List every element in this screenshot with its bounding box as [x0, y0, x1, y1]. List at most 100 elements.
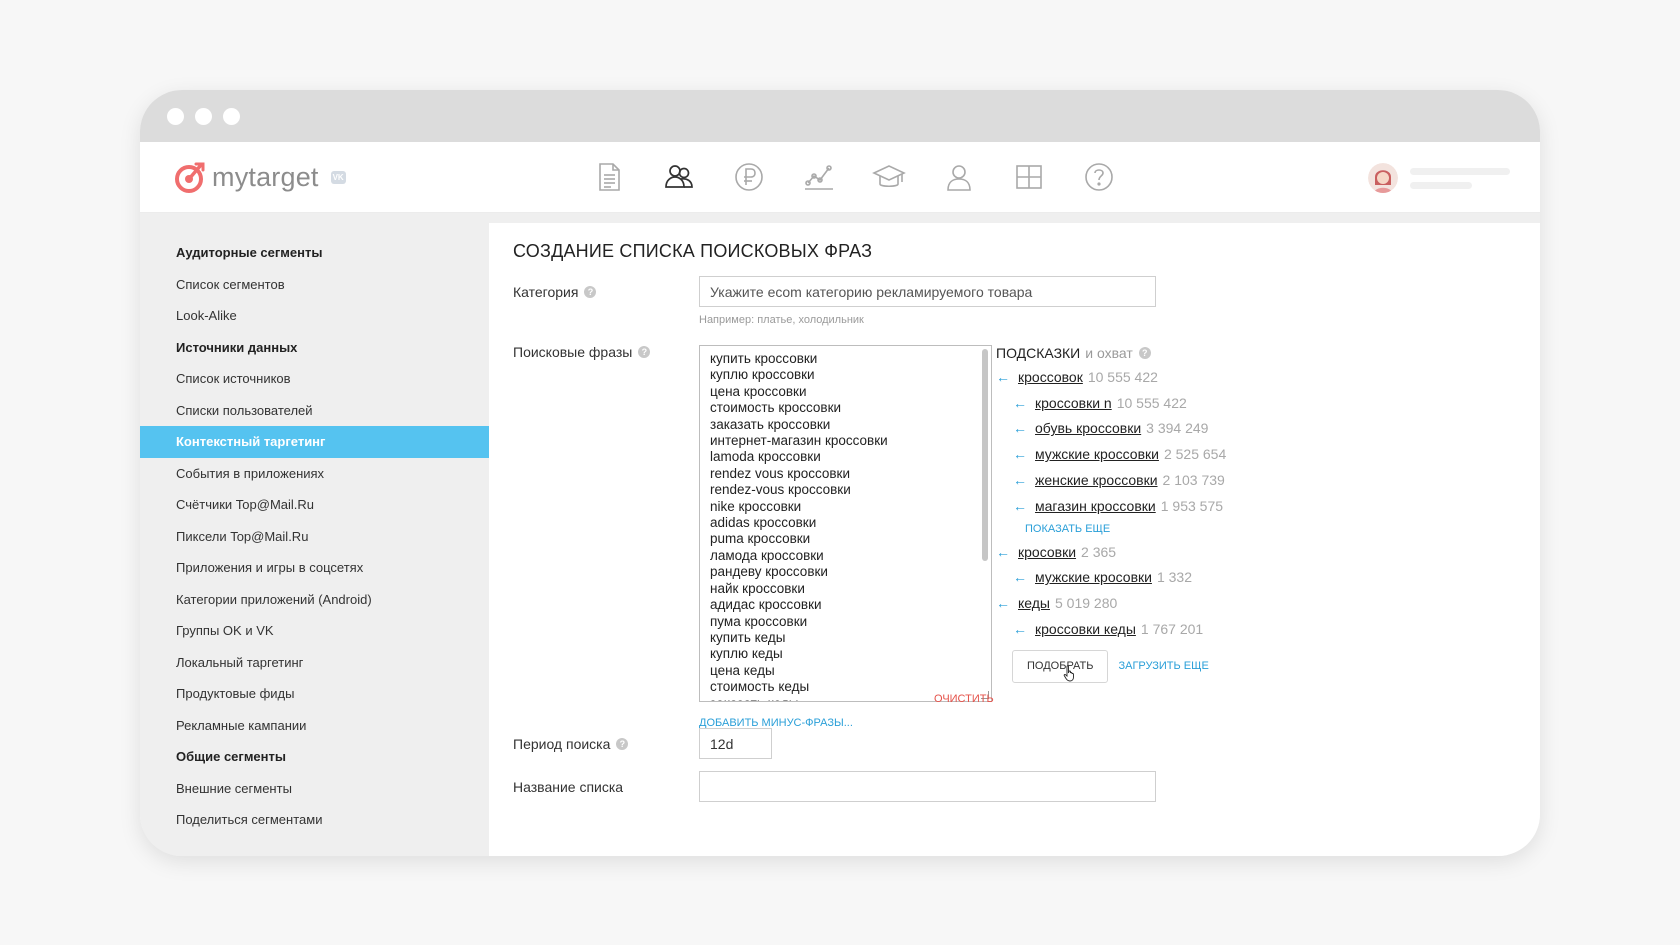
- phrases-help-icon[interactable]: ?: [638, 346, 651, 358]
- add-arrow-icon[interactable]: ←: [1013, 569, 1027, 585]
- add-arrow-icon[interactable]: ←: [996, 595, 1010, 611]
- suggestion-count: 1 332: [1156, 569, 1192, 586]
- clear-button[interactable]: ОЧИСТИТЬ: [934, 693, 994, 705]
- add-arrow-icon[interactable]: ←: [1013, 498, 1027, 514]
- nav-campaigns[interactable]: [574, 158, 644, 196]
- sidebar-item[interactable]: Группы OK и VK: [140, 615, 489, 647]
- nav-budget[interactable]: [714, 158, 784, 196]
- suggestion-item: ← кроссовок 10 555 422: [996, 364, 1516, 390]
- suggestion-link[interactable]: мужские кросовки: [1035, 569, 1152, 585]
- add-arrow-icon[interactable]: ←: [1013, 420, 1027, 436]
- sidebar-item[interactable]: Локальный таргетинг: [140, 647, 489, 679]
- sidebar-item[interactable]: Поделиться сегментами: [140, 804, 489, 836]
- suggestion-item: ← кроссовки кеды 1 767 201: [996, 616, 1516, 642]
- phrase-line: ламода кроссовки: [710, 547, 824, 563]
- sidebar-item[interactable]: Пиксели Top@Mail.Ru: [140, 521, 489, 553]
- suggestion-count: 3 394 249: [1146, 420, 1209, 437]
- nav-statistics[interactable]: [784, 158, 854, 196]
- add-arrow-icon[interactable]: ←: [1013, 395, 1027, 411]
- main-content: СОЗДАНИЕ СПИСКА ПОИСКОВЫХ ФРАЗ Категория…: [489, 223, 1540, 856]
- phrase-line: puma кроссовки: [710, 531, 811, 547]
- help-circle-icon: [1085, 163, 1113, 191]
- sidebar-item[interactable]: Категории приложений (Android): [140, 584, 489, 616]
- sidebar-item[interactable]: События в приложениях: [140, 458, 489, 490]
- add-arrow-icon[interactable]: ←: [1013, 446, 1027, 462]
- mytarget-logo[interactable]: mytarget VK: [174, 160, 346, 194]
- phrases-textarea[interactable]: купить кроссовки куплю кроссовки цена крос…: [699, 345, 992, 702]
- suggestion-item: ← кеды 5 019 280: [996, 590, 1516, 616]
- period-help-icon[interactable]: ?: [616, 738, 629, 750]
- suggestion-link[interactable]: магазин кроссовки: [1035, 498, 1156, 514]
- phrase-line: заказать кроссовки: [710, 416, 831, 432]
- phrase-line: купить кеды: [710, 629, 786, 645]
- sidebar-heading: Общие сегменты: [176, 749, 286, 764]
- suggestion-link[interactable]: женские кроссовки: [1035, 472, 1158, 488]
- user-name-placeholder: [1410, 167, 1510, 189]
- user-menu[interactable]: [1368, 163, 1510, 193]
- suggestion-count: 10 555 422: [1087, 368, 1158, 385]
- sidebar-item[interactable]: Внешние сегменты: [140, 773, 489, 805]
- phrase-line: стоимость кроссовки: [710, 400, 842, 416]
- suggestion-link[interactable]: кроссовок: [1018, 369, 1083, 385]
- suggestion-link[interactable]: кросовки: [1018, 544, 1076, 560]
- sidebar-item[interactable]: Список источников: [140, 363, 489, 395]
- nav-apps[interactable]: [994, 158, 1064, 196]
- window-close-dot[interactable]: [167, 108, 184, 125]
- list-name-input[interactable]: [699, 771, 1156, 802]
- hand-cursor-icon: [1063, 665, 1074, 682]
- sidebar-item[interactable]: Список сегментов: [140, 269, 489, 301]
- load-more-link[interactable]: ЗАГРУЗИТЬ ЕЩЕ: [1118, 660, 1208, 672]
- nav-profile[interactable]: [924, 158, 994, 196]
- suggestion-count: 1 767 201: [1140, 621, 1204, 638]
- phrase-line: rendez vous кроссовки: [710, 465, 850, 481]
- logo-text: mytarget: [212, 161, 319, 192]
- add-arrow-icon[interactable]: ←: [996, 544, 1010, 560]
- suggestion-link[interactable]: кеды: [1018, 595, 1050, 611]
- sidebar-item[interactable]: Контекстный таргетинг: [140, 426, 489, 458]
- suggestion-link[interactable]: мужские кроссовки: [1035, 446, 1159, 462]
- suggestion-link[interactable]: кроссовки n: [1035, 395, 1112, 411]
- window-maximize-dot[interactable]: [223, 108, 240, 125]
- phrase-line: adidas кроссовки: [710, 515, 817, 531]
- suggestion-link[interactable]: обувь кроссовки: [1035, 420, 1141, 436]
- sidebar-item[interactable]: Продуктовые фиды: [140, 678, 489, 710]
- phrase-line: адидас кроссовки: [710, 597, 822, 613]
- show-more-link[interactable]: ПОКАЗАТЬ ЕЩЕ: [996, 519, 1516, 539]
- sidebar-item[interactable]: Счётчики Top@Mail.Ru: [140, 489, 489, 521]
- phrase-line: rendez-vous кроссовки: [710, 482, 851, 498]
- window-minimize-dot[interactable]: [195, 108, 212, 125]
- nav-audiences[interactable]: [644, 158, 714, 196]
- phrase-line: купить кроссовки: [710, 351, 818, 366]
- sidebar-item[interactable]: Рекламные кампании: [140, 710, 489, 742]
- suggestion-link[interactable]: кроссовки кеды: [1035, 621, 1136, 637]
- category-input[interactable]: Укажите ecom категорию рекламируемого то…: [699, 276, 1156, 307]
- add-arrow-icon[interactable]: ←: [1013, 472, 1027, 488]
- period-label-text: Период поиска: [513, 736, 611, 752]
- sidebar-item[interactable]: Приложения и игры в соцсетях: [140, 552, 489, 584]
- suggestions-help-icon[interactable]: ?: [1138, 347, 1151, 359]
- suggestions-header: ПОДСКАЗКИ и охват ?: [996, 345, 1516, 361]
- suggestion-count: 5 019 280: [1055, 595, 1118, 612]
- profile-icon: [947, 165, 971, 191]
- phrase-line: цена кеды: [710, 662, 775, 678]
- category-hint: Например: платье, холодильник: [699, 314, 864, 326]
- phrase-line: lamoda кроссовки: [710, 449, 821, 465]
- phrase-line: куплю кроссовки: [710, 367, 815, 383]
- phrases-scrollbar[interactable]: [982, 349, 988, 561]
- add-arrow-icon[interactable]: ←: [1013, 621, 1027, 637]
- ruble-icon: [735, 163, 763, 191]
- add-arrow-icon[interactable]: ←: [996, 369, 1010, 385]
- category-help-icon[interactable]: ?: [584, 286, 597, 298]
- nav-help[interactable]: [1064, 158, 1134, 196]
- nav-education[interactable]: [854, 158, 924, 196]
- phrase-line: цена кроссовки: [710, 383, 807, 399]
- suggestions-actions: ПОДОБРАТЬ ЗАГРУЗИТЬ ЕЩЕ: [996, 649, 1516, 683]
- sidebar-item[interactable]: Look-Alike: [140, 300, 489, 332]
- sidebar-item[interactable]: Списки пользователей: [140, 395, 489, 427]
- pick-button[interactable]: ПОДОБРАТЬ: [1012, 649, 1109, 683]
- avatar[interactable]: [1368, 163, 1398, 193]
- list-name-label: Название списка: [513, 779, 623, 795]
- suggestion-item: ← кроссовки n 10 555 422: [996, 390, 1516, 416]
- period-input[interactable]: 12d: [699, 728, 772, 759]
- user-avatar-icon: [1368, 163, 1398, 193]
